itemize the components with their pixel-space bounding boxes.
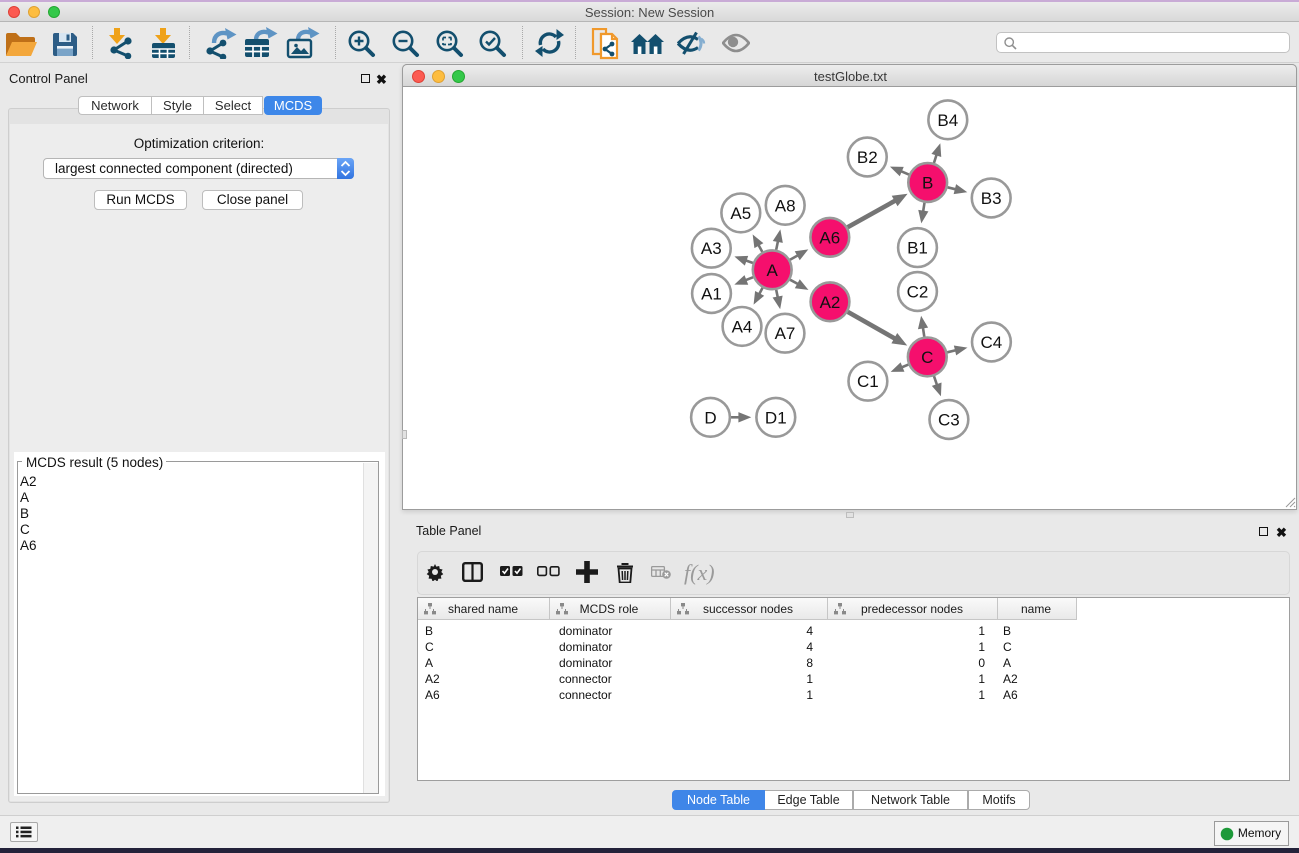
svg-text:B1: B1 — [907, 239, 928, 258]
svg-text:A6: A6 — [819, 228, 840, 247]
svg-text:A3: A3 — [701, 239, 722, 258]
svg-text:C3: C3 — [938, 411, 960, 430]
svg-text:A5: A5 — [730, 204, 751, 223]
svg-text:B3: B3 — [981, 189, 1002, 208]
svg-text:A1: A1 — [701, 285, 722, 304]
svg-text:C2: C2 — [907, 283, 929, 302]
svg-text:A4: A4 — [732, 317, 753, 336]
svg-text:C1: C1 — [857, 372, 879, 391]
svg-text:B4: B4 — [937, 111, 958, 130]
svg-text:A8: A8 — [775, 196, 796, 215]
svg-text:A: A — [767, 261, 779, 280]
svg-text:D1: D1 — [765, 408, 787, 427]
svg-text:C4: C4 — [981, 333, 1003, 352]
svg-text:A7: A7 — [775, 324, 796, 343]
svg-text:B: B — [922, 174, 933, 193]
svg-text:B2: B2 — [857, 148, 878, 167]
svg-text:C: C — [921, 348, 933, 367]
svg-text:D: D — [704, 408, 716, 427]
svg-text:A2: A2 — [820, 293, 841, 312]
